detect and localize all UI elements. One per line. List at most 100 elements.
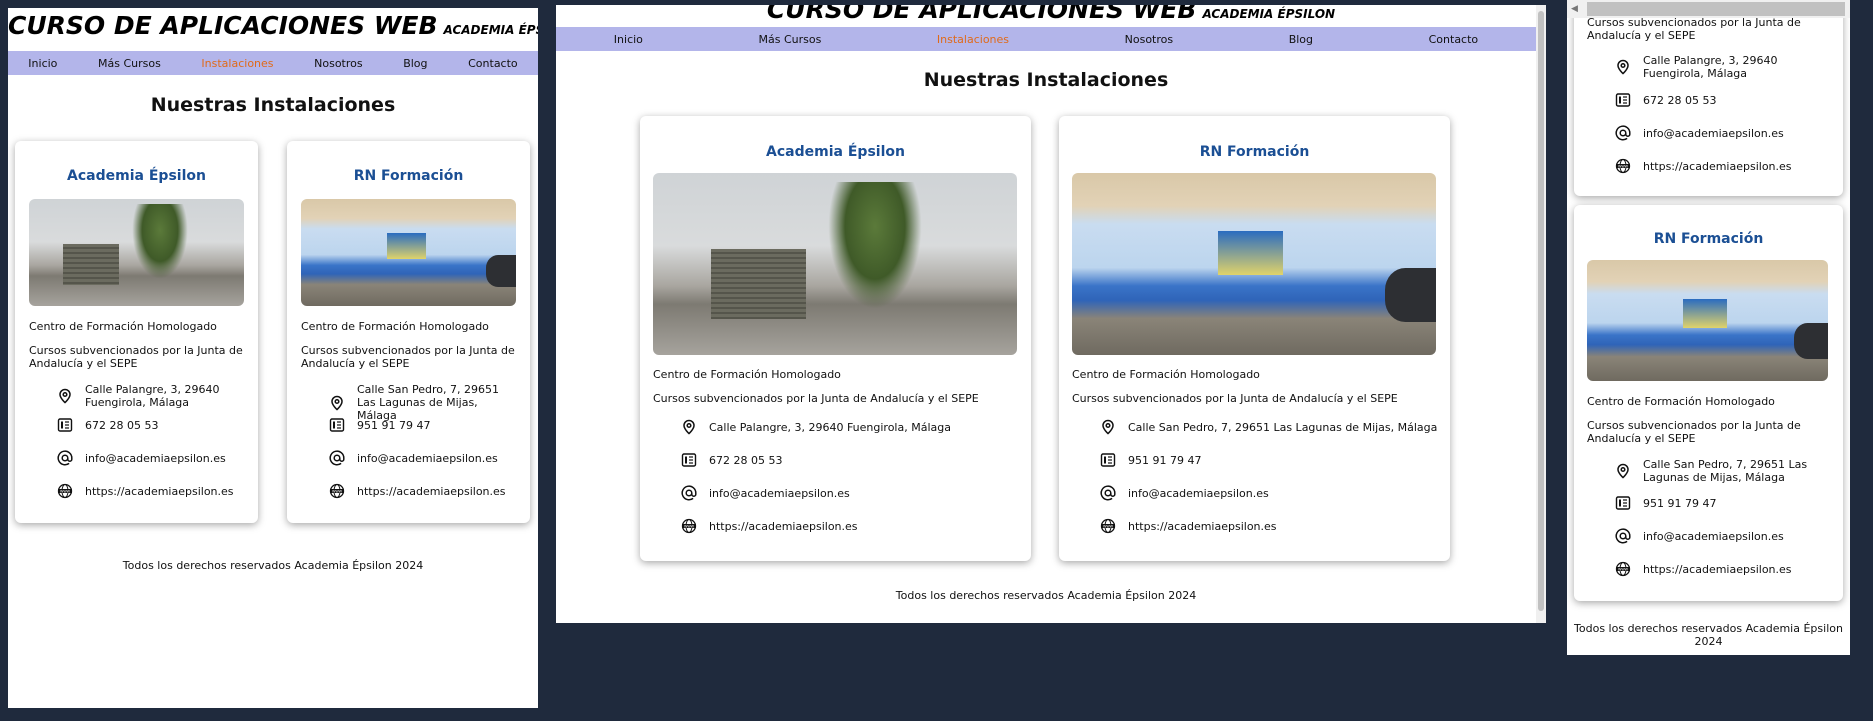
at-sign-icon xyxy=(1615,125,1631,141)
card-title: Academia Épsilon xyxy=(67,168,206,184)
svg-text:WWW: WWW xyxy=(684,524,695,528)
card-academia-epsilon: Cursos subvencionados por la Junta de An… xyxy=(1574,0,1843,196)
at-sign-icon xyxy=(329,450,345,466)
svg-text:WWW: WWW xyxy=(1618,567,1629,571)
card-title: RN Formación xyxy=(1653,231,1764,247)
location-pin-icon xyxy=(57,388,73,404)
horizontal-scrollbar-overlay[interactable]: ◀ xyxy=(1567,0,1850,18)
footer-text: Todos los derechos reservados Academia É… xyxy=(895,589,1197,602)
phone-text: 951 91 79 47 xyxy=(357,418,431,432)
scrollbar-thumb[interactable] xyxy=(1587,2,1845,16)
site-title: CURSO DE APLICACIONES WEB ACADEMIA ÉPSILO… xyxy=(556,5,1546,24)
footer-text: Todos los derechos reservados Academia É… xyxy=(1574,622,1843,648)
address-text: Calle San Pedro, 7, 29651 Las Lagunas de… xyxy=(1128,420,1438,434)
card-line1: Centro de Formación Homologado xyxy=(1072,368,1260,381)
nav-mas-cursos[interactable]: Más Cursos xyxy=(759,33,822,46)
facility-photo xyxy=(301,199,516,306)
nav-nosotros[interactable]: Nosotros xyxy=(1125,33,1173,46)
address-row: Calle Palangre, 3, 29640 Fuengirola, Mál… xyxy=(1615,54,1835,80)
at-sign-icon xyxy=(681,485,697,501)
web-link[interactable]: https://academiaepsilon.es xyxy=(1128,520,1277,533)
fax-phone-icon xyxy=(57,417,73,433)
nav-inicio[interactable]: Inicio xyxy=(28,57,57,70)
address-text: Calle Palangre, 3, 29640 Fuengirola, Mál… xyxy=(1643,54,1778,80)
nav-blog[interactable]: Blog xyxy=(1289,33,1313,46)
web-row: WWW https://academiaepsilon.es xyxy=(1615,561,1792,577)
nav-mas-cursos[interactable]: Más Cursos xyxy=(98,57,161,70)
nav-inicio[interactable]: Inicio xyxy=(614,33,643,46)
fax-phone-icon xyxy=(1615,92,1631,108)
address-row: Calle Palangre, 3, 29640 Fuengirola, Mál… xyxy=(57,383,247,409)
scrollbar-thumb[interactable] xyxy=(1538,11,1544,611)
section-title: Nuestras Instalaciones xyxy=(150,94,396,116)
email-link[interactable]: info@academiaepsilon.es xyxy=(709,487,850,500)
facility-photo xyxy=(653,173,1017,355)
fax-phone-icon xyxy=(681,452,697,468)
nav-contacto[interactable]: Contacto xyxy=(468,57,518,70)
card-rn-formacion: RN Formación Centro de Formación Homolog… xyxy=(1574,205,1843,601)
www-globe-icon: WWW xyxy=(1100,518,1116,534)
nav-contacto[interactable]: Contacto xyxy=(1429,33,1479,46)
phone-text: 951 91 79 47 xyxy=(1643,496,1717,510)
web-link[interactable]: https://academiaepsilon.es xyxy=(357,485,506,498)
card-academia-epsilon: Academia Épsilon Centro de Formación Hom… xyxy=(640,116,1031,561)
web-link[interactable]: https://academiaepsilon.es xyxy=(709,520,858,533)
nav-instalaciones[interactable]: Instalaciones xyxy=(201,57,273,70)
location-pin-icon xyxy=(681,419,697,435)
card-line1: Centro de Formación Homologado xyxy=(29,320,217,333)
nav-nosotros[interactable]: Nosotros xyxy=(314,57,362,70)
scroll-left-icon[interactable]: ◀ xyxy=(1571,4,1578,14)
www-globe-icon: WWW xyxy=(329,483,345,499)
card-rn-formacion: RN Formación Centro de Formación Homolog… xyxy=(287,141,530,523)
email-row: info@academiaepsilon.es xyxy=(1615,528,1784,544)
at-sign-icon xyxy=(1100,485,1116,501)
vertical-scrollbar[interactable] xyxy=(1536,5,1546,623)
phone-row: 951 91 79 47 xyxy=(1615,495,1716,511)
svg-text:WWW: WWW xyxy=(332,489,343,493)
card-rn-formacion: RN Formación Centro de Formación Homolog… xyxy=(1059,116,1450,561)
web-row: WWW https://academiaepsilon.es xyxy=(1100,518,1277,534)
card-line2: Cursos subvencionados por la Junta de An… xyxy=(1072,392,1398,405)
email-link[interactable]: info@academiaepsilon.es xyxy=(1643,127,1784,140)
facility-photo xyxy=(1072,173,1436,355)
web-row: WWW https://academiaepsilon.es xyxy=(1615,158,1792,174)
nav-blog[interactable]: Blog xyxy=(403,57,427,70)
footer-text: Todos los derechos reservados Academia É… xyxy=(122,559,424,572)
facility-photo xyxy=(29,199,244,306)
card-line1: Centro de Formación Homologado xyxy=(301,320,489,333)
card-line2: Cursos subvencionados por la Junta de An… xyxy=(1587,16,1801,42)
www-globe-icon: WWW xyxy=(1615,561,1631,577)
site-subtitle: ACADEMIA ÉPSILON xyxy=(1202,7,1336,21)
fax-phone-icon xyxy=(1100,452,1116,468)
card-academia-epsilon: Academia Épsilon Centro de Formación Hom… xyxy=(15,141,258,523)
at-sign-icon xyxy=(57,450,73,466)
email-row: info@academiaepsilon.es xyxy=(1100,485,1269,501)
phone-row: 951 91 79 47 xyxy=(329,417,430,433)
web-link[interactable]: https://academiaepsilon.es xyxy=(1643,563,1792,576)
at-sign-icon xyxy=(1615,528,1631,544)
web-link[interactable]: https://academiaepsilon.es xyxy=(85,485,234,498)
email-link[interactable]: info@academiaepsilon.es xyxy=(1643,530,1784,543)
email-link[interactable]: info@academiaepsilon.es xyxy=(357,452,498,465)
email-link[interactable]: info@academiaepsilon.es xyxy=(1128,487,1269,500)
address-text: Calle Palangre, 3, 29640 Fuengirola, Mál… xyxy=(709,420,951,434)
card-line2: Cursos subvencionados por la Junta de An… xyxy=(1587,419,1801,445)
email-row: info@academiaepsilon.es xyxy=(681,485,850,501)
email-link[interactable]: info@academiaepsilon.es xyxy=(85,452,226,465)
svg-text:WWW: WWW xyxy=(1103,524,1114,528)
viewport-large: CURSO DE APLICACIONES WEB ACADEMIA ÉPSILO… xyxy=(556,5,1546,623)
card-title: RN Formación xyxy=(1199,144,1310,160)
email-row: info@academiaepsilon.es xyxy=(329,450,498,466)
fax-phone-icon xyxy=(329,417,345,433)
phone-row: 672 28 05 53 xyxy=(1615,92,1716,108)
nav-instalaciones[interactable]: Instalaciones xyxy=(937,33,1009,46)
address-row: Calle San Pedro, 7, 29651 Las Lagunas de… xyxy=(1615,458,1835,484)
site-title: CURSO DE APLICACIONES WEB ACADEMIA ÉPSILO… xyxy=(8,11,538,40)
phone-text: 672 28 05 53 xyxy=(709,453,783,467)
card-line2: Cursos subvencionados por la Junta de An… xyxy=(653,392,979,405)
phone-text: 672 28 05 53 xyxy=(1643,93,1717,107)
location-pin-icon xyxy=(1615,59,1631,75)
location-pin-icon xyxy=(1615,463,1631,479)
viewport-medium: CURSO DE APLICACIONES WEB ACADEMIA ÉPSILO… xyxy=(8,8,538,708)
web-link[interactable]: https://academiaepsilon.es xyxy=(1643,160,1792,173)
